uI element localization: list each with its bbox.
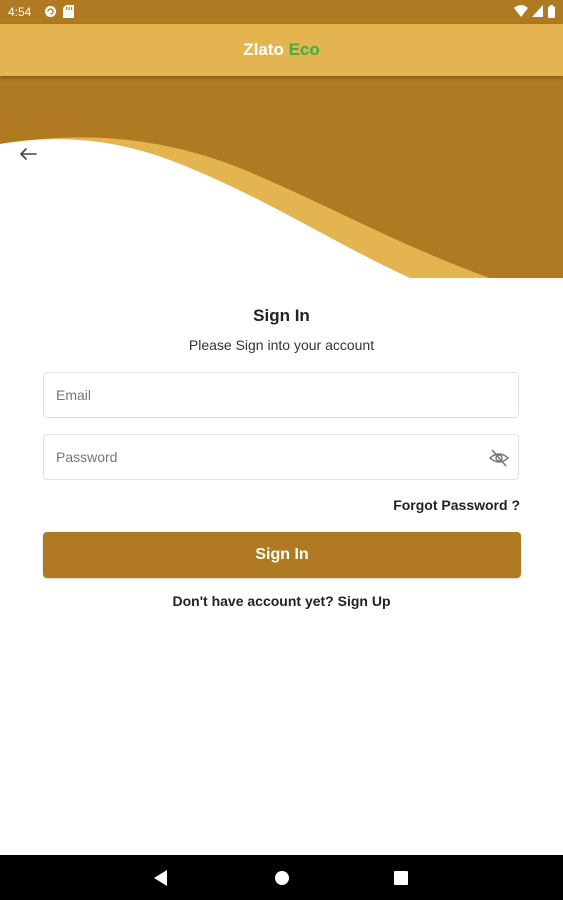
navigation-bar xyxy=(0,855,563,900)
header-wave xyxy=(0,76,563,278)
arrow-left-icon xyxy=(20,148,37,160)
email-input[interactable] xyxy=(44,373,518,417)
signup-prompt: Don't have account yet? xyxy=(172,593,334,609)
status-time: 4:54 xyxy=(8,5,32,19)
status-bar: 4:54 xyxy=(0,0,563,24)
sync-circle-icon xyxy=(44,5,57,21)
home-circle-icon xyxy=(275,871,289,885)
forgot-password-link[interactable]: Forgot Password ? xyxy=(393,497,520,513)
sign-up-link[interactable]: Sign Up xyxy=(338,593,391,609)
back-button[interactable] xyxy=(14,142,42,166)
battery-icon xyxy=(548,5,555,21)
back-triangle-icon xyxy=(154,870,167,886)
sign-in-button[interactable]: Sign In xyxy=(43,532,521,578)
sd-card-icon xyxy=(63,5,74,21)
app-title-accent: Eco xyxy=(288,40,320,59)
recents-square-icon xyxy=(394,871,408,885)
signal-icon xyxy=(532,5,543,20)
password-field xyxy=(43,434,519,480)
signup-row: Don't have account yet? Sign Up xyxy=(0,593,563,609)
app-title-main: Zlato xyxy=(243,40,284,59)
app-bar: Zlato Eco xyxy=(0,24,563,76)
eye-off-icon[interactable] xyxy=(488,447,510,469)
nav-back-button[interactable] xyxy=(148,865,174,891)
page-title: Sign In xyxy=(253,306,310,325)
email-field xyxy=(43,372,519,418)
nav-recents-button[interactable] xyxy=(388,865,414,891)
nav-home-button[interactable] xyxy=(269,865,295,891)
app-title: Zlato Eco xyxy=(243,40,320,60)
password-input[interactable] xyxy=(44,435,518,479)
page-subtitle: Please Sign into your account xyxy=(188,337,375,353)
wifi-icon xyxy=(514,5,528,20)
